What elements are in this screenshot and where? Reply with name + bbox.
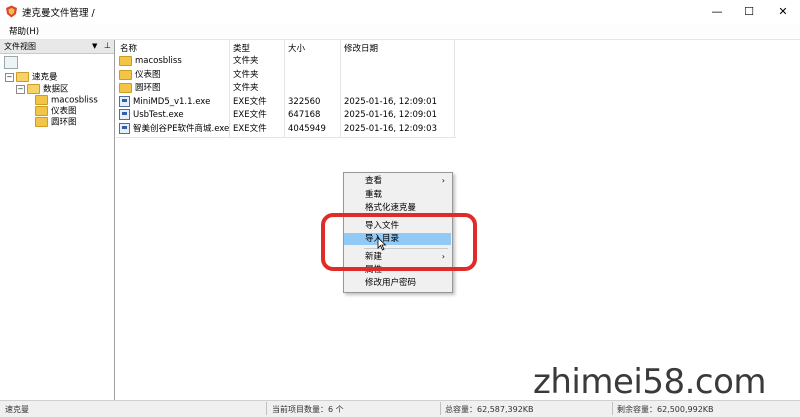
ctx-item-change-password[interactable]: 修改用户密码 xyxy=(344,277,451,289)
file-size: 4045949 xyxy=(288,124,326,134)
exe-icon xyxy=(119,96,130,107)
status-free-capacity: 剩余容量：62,500,992KB xyxy=(617,405,714,414)
folder-icon xyxy=(119,82,132,93)
folder-icon xyxy=(35,117,48,127)
watermark: zhimei58.com xyxy=(533,362,767,402)
table-row[interactable]: UsbTest.exe EXE文件 647168 2025-01-16, 12:… xyxy=(116,108,456,122)
minimize-button[interactable]: — xyxy=(700,0,734,24)
column-date[interactable]: 修改日期 xyxy=(344,42,378,54)
file-type: 文件夹 xyxy=(233,83,259,93)
status-total-capacity: 总容量：62,587,392KB xyxy=(445,405,534,414)
submenu-arrow-icon: › xyxy=(441,176,445,185)
folder-icon xyxy=(119,69,132,80)
tree-node-sukeman[interactable]: − 速克曼 xyxy=(5,72,58,83)
tree-node-label: 圆环图 xyxy=(51,117,77,128)
status-divider xyxy=(266,402,267,415)
title-bar xyxy=(0,0,800,24)
window-title: 速克曼文件管理 / xyxy=(22,8,95,19)
file-type: EXE文件 xyxy=(233,110,267,120)
close-button[interactable]: ✕ xyxy=(766,0,800,24)
app-logo-icon xyxy=(6,5,17,18)
status-divider xyxy=(440,402,441,415)
list-header xyxy=(116,40,456,54)
file-name: 仪表图 xyxy=(135,70,161,80)
file-type: 文件夹 xyxy=(233,56,259,66)
tree-node-label: 数据区 xyxy=(43,84,69,95)
file-type: 文件夹 xyxy=(233,70,259,80)
file-date: 2025-01-16, 12:09:01 xyxy=(344,110,437,120)
file-name: macosbliss xyxy=(135,56,182,66)
table-row[interactable]: 智美创谷PE软件商城.exe EXE文件 4045949 2025-01-16,… xyxy=(116,122,456,136)
table-row[interactable]: 圆环图 文件夹 xyxy=(116,81,456,95)
status-app-name: 速克曼 xyxy=(5,405,29,414)
tree-node-label: macosbliss xyxy=(51,95,98,106)
file-date: 2025-01-16, 12:09:03 xyxy=(344,124,437,134)
tree-node-macosbliss[interactable]: macosbliss xyxy=(35,95,98,106)
file-name: MiniMD5_v1.1.exe xyxy=(133,97,211,107)
menu-help[interactable]: 帮助(H) xyxy=(9,25,39,37)
exe-icon xyxy=(119,109,130,120)
maximize-button[interactable]: ☐ xyxy=(732,0,766,24)
table-row[interactable]: MiniMD5_v1.1.exe EXE文件 322560 2025-01-16… xyxy=(116,95,456,109)
exe-icon xyxy=(119,123,130,134)
drive-view-button[interactable] xyxy=(4,56,18,69)
file-name: 圆环图 xyxy=(135,83,161,93)
pane-dropdown-icon[interactable]: ▼ xyxy=(92,42,97,50)
folder-icon xyxy=(35,95,48,105)
file-name: 智美创谷PE软件商城.exe xyxy=(133,124,230,134)
mouse-cursor-icon xyxy=(377,237,387,251)
table-row[interactable]: macosbliss 文件夹 xyxy=(116,54,456,68)
folder-icon xyxy=(119,55,132,66)
tree-node-label: 速克曼 xyxy=(32,72,58,83)
status-divider xyxy=(612,402,613,415)
column-type[interactable]: 类型 xyxy=(233,42,250,54)
column-name[interactable]: 名称 xyxy=(120,42,137,54)
file-size: 322560 xyxy=(288,97,321,107)
file-date: 2025-01-16, 12:09:01 xyxy=(344,97,437,107)
tree-node-gauge[interactable]: 仪表图 xyxy=(35,106,77,117)
collapse-icon[interactable]: − xyxy=(16,84,25,94)
status-item-count: 当前项目数量：6 个 xyxy=(272,405,344,414)
pin-icon[interactable]: ⊥ xyxy=(104,41,111,50)
folder-open-icon xyxy=(16,72,29,82)
list-divider xyxy=(116,137,456,138)
file-type: EXE文件 xyxy=(233,97,267,107)
table-row[interactable]: 仪表图 文件夹 xyxy=(116,68,456,82)
menu-bar xyxy=(0,24,800,40)
file-name: UsbTest.exe xyxy=(133,110,184,120)
annotation-highlight-ring xyxy=(321,213,477,271)
folder-icon xyxy=(35,106,48,116)
file-size: 647168 xyxy=(288,110,321,120)
file-type: EXE文件 xyxy=(233,124,267,134)
collapse-icon[interactable]: − xyxy=(5,72,14,82)
ctx-item-reload[interactable]: 重载 xyxy=(344,189,451,201)
folder-open-icon xyxy=(27,84,40,94)
tree-node-label: 仪表图 xyxy=(51,106,77,117)
tree-node-data-area[interactable]: − 数据区 xyxy=(16,84,69,95)
tree-node-ring[interactable]: 圆环图 xyxy=(35,117,77,128)
file-tree-title: 文件视图 xyxy=(4,42,36,51)
ctx-item-view[interactable]: 查看 › xyxy=(344,175,451,187)
column-size[interactable]: 大小 xyxy=(288,42,305,54)
